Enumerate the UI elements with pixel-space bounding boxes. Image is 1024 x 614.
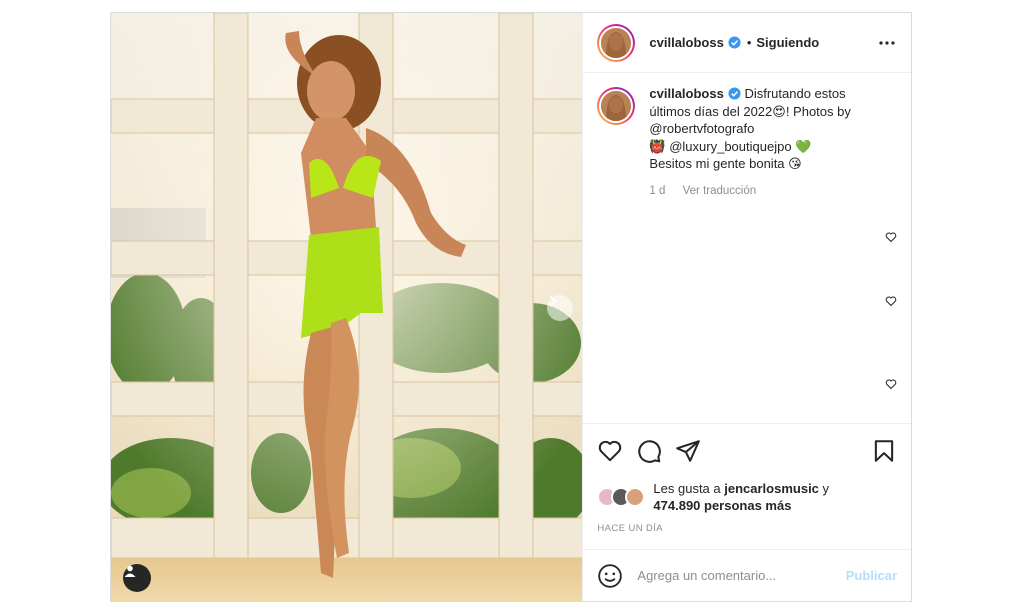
caption-text-tail: ! Photos by xyxy=(785,103,851,119)
paper-plane-icon[interactable] xyxy=(675,438,701,464)
post-side-panel: cvillaloboss • Siguiendo cvillaloboss Di… xyxy=(582,13,911,601)
liker-avatars[interactable] xyxy=(597,487,647,507)
publish-button[interactable]: Publicar xyxy=(846,568,897,583)
green-heart-emoji: 💚 xyxy=(795,138,812,154)
caption-age[interactable]: 1 d xyxy=(649,185,665,197)
liker-username[interactable]: jencarlosmusic xyxy=(724,481,819,496)
post-timestamp[interactable]: HACE UN DÍA xyxy=(583,517,911,549)
instagram-post: cvillaloboss • Siguiendo cvillaloboss Di… xyxy=(110,12,912,602)
kiss-emoji: 😘 xyxy=(788,156,802,171)
add-comment-bar: Agrega un comentario... Publicar xyxy=(583,549,911,601)
smiley-icon[interactable] xyxy=(597,563,623,589)
verified-badge-icon xyxy=(728,36,741,49)
likes-conjunction: y xyxy=(822,481,830,496)
comment-input[interactable]: Agrega un comentario... xyxy=(637,568,845,583)
more-options-icon xyxy=(879,40,895,45)
photo-illustration xyxy=(111,13,583,601)
user-tag-icon xyxy=(124,565,136,577)
more-options-button[interactable] xyxy=(875,31,899,55)
post-header: cvillaloboss • Siguiendo xyxy=(583,13,911,73)
separator-dot: • xyxy=(746,35,752,50)
bookmark-icon[interactable] xyxy=(871,438,897,464)
verified-badge-icon xyxy=(728,87,741,100)
avatar[interactable] xyxy=(597,23,636,62)
likes-count[interactable]: 474.890 personas más xyxy=(653,498,791,513)
chevron-right-icon xyxy=(549,295,557,307)
caption-avatar[interactable] xyxy=(597,87,636,125)
caption-username[interactable]: cvillaloboss xyxy=(649,86,723,101)
heart-icon[interactable] xyxy=(597,438,623,464)
heart-icon[interactable] xyxy=(885,295,897,307)
header-username[interactable]: cvillaloboss xyxy=(649,35,723,50)
likes-prefix: Les gusta a xyxy=(653,481,721,496)
caption-text-closing: Besitos mi gente bonita xyxy=(649,156,785,171)
ogre-emoji: 👹 xyxy=(649,138,666,154)
caption: cvillaloboss Disfrutando estos últimos d… xyxy=(597,85,897,200)
following-button[interactable]: Siguiendo xyxy=(756,35,819,50)
mention-link[interactable]: @luxury_boutiquejpo xyxy=(669,139,791,154)
heart-eyes-emoji: 😍 xyxy=(772,103,786,119)
mention-link[interactable]: @robertvfotografo xyxy=(649,121,754,136)
user-tag-button[interactable] xyxy=(123,564,151,592)
next-photo-button[interactable] xyxy=(547,295,573,321)
comments-area: cvillaloboss Disfrutando estos últimos d… xyxy=(583,73,911,423)
likes-summary: Les gusta a jencarlosmusic y 474.890 per… xyxy=(583,477,911,517)
action-bar xyxy=(583,423,911,477)
heart-icon[interactable] xyxy=(885,378,897,390)
comment-icon[interactable] xyxy=(636,438,662,464)
see-translation-link[interactable]: Ver traducción xyxy=(683,185,757,197)
post-photo[interactable] xyxy=(111,13,583,601)
heart-icon[interactable] xyxy=(885,231,897,243)
